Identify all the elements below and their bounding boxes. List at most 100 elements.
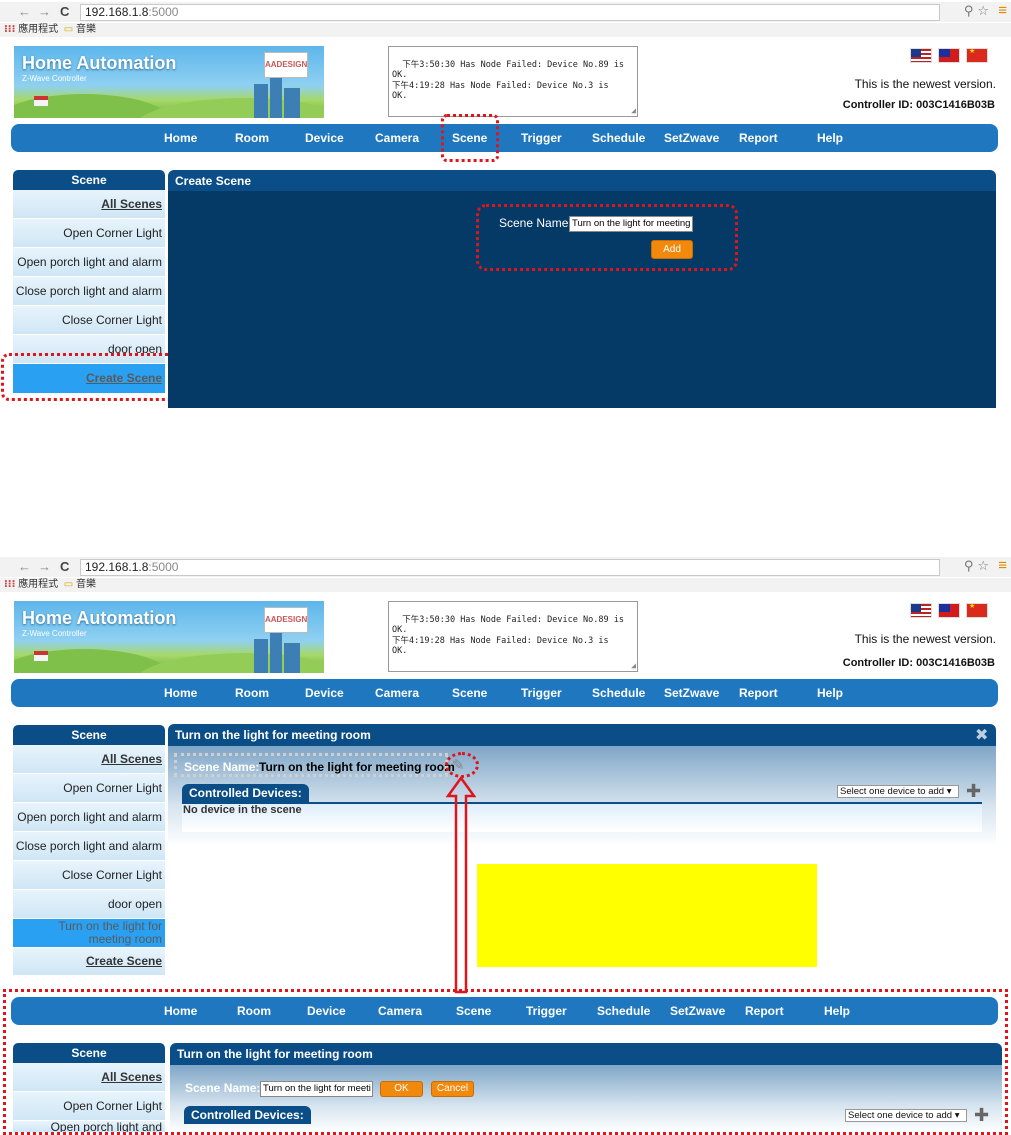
nav-camera[interactable]: Camera xyxy=(375,686,419,700)
menu-icon[interactable]: ≡ xyxy=(998,557,1007,574)
forward-icon[interactable]: → xyxy=(38,559,51,575)
menu-icon[interactable]: ≡ xyxy=(998,2,1007,19)
browser-toolbar-top: ← → C 192.168.1.8:5000 ⚲☆ ≡ xyxy=(0,2,1011,22)
sidebar-item-scene[interactable]: Close Corner Light xyxy=(13,306,165,335)
app-subtitle: Z-Wave Controller xyxy=(22,74,87,83)
forward-icon[interactable]: → xyxy=(38,4,51,20)
highlight-scene-tab xyxy=(441,114,499,162)
sidebar-item-create-scene[interactable]: Create Scene xyxy=(13,948,165,976)
sidebar-item-selected-scene[interactable]: Turn on the light for meeting room xyxy=(13,919,165,948)
star-icon[interactable]: ⚲☆ xyxy=(964,558,993,574)
apps-icon[interactable]: ⁝⁝⁝ xyxy=(4,24,15,35)
china-flag-icon[interactable] xyxy=(966,48,988,63)
house-icon xyxy=(34,651,48,661)
star-icon[interactable]: ⚲☆ xyxy=(964,3,993,19)
folder-icon: ▭ xyxy=(63,24,74,35)
highlight-edit-mode xyxy=(3,989,1008,1135)
version-status: This is the newest version. xyxy=(854,632,996,646)
app-title: Home Automation xyxy=(22,608,177,628)
bookmark-apps[interactable]: 應用程式 xyxy=(18,24,58,35)
nav-home[interactable]: Home xyxy=(164,686,197,700)
event-log[interactable]: 下午3:50:30 Has Node Failed: Device No.89 … xyxy=(388,601,638,672)
nav-device[interactable]: Device xyxy=(305,131,344,145)
highlight-box xyxy=(477,864,817,967)
building-shape xyxy=(254,639,268,673)
add-device-icon[interactable]: ✚ xyxy=(966,782,981,800)
us-flag-icon[interactable] xyxy=(910,603,932,618)
highlight-create-scene xyxy=(1,353,176,401)
sidebar-item-all-scenes[interactable]: All Scenes xyxy=(13,190,165,219)
back-icon[interactable]: ← xyxy=(18,4,31,20)
nav-report[interactable]: Report xyxy=(739,686,778,700)
brand-logo: AADESIGN xyxy=(264,607,308,633)
url-host: 192.168.1.8 xyxy=(85,560,149,574)
app-subtitle: Z-Wave Controller xyxy=(22,629,87,638)
url-host: 192.168.1.8 xyxy=(85,5,149,19)
nav-schedule[interactable]: Schedule xyxy=(592,131,645,145)
sidebar-item-scene[interactable]: Open Corner Light xyxy=(13,774,165,803)
nav-device[interactable]: Device xyxy=(305,686,344,700)
app-title: Home Automation xyxy=(22,53,177,73)
sidebar-item-scene[interactable]: Close porch light and alarm xyxy=(13,832,165,861)
resize-grip-icon[interactable]: ◢ xyxy=(631,106,636,117)
nav-setzwave[interactable]: SetZwave xyxy=(664,686,719,700)
bookmarks-bar-top: ⁝⁝⁝ 應用程式 ▭ 音樂 xyxy=(0,23,1011,37)
controlled-devices-bar xyxy=(182,802,982,832)
header-banner: Home Automation Z-Wave Controller AADESI… xyxy=(14,46,324,118)
apps-icon[interactable]: ⁝⁝⁝ xyxy=(4,579,15,590)
event-log[interactable]: 下午3:50:30 Has Node Failed: Device No.89 … xyxy=(388,46,638,117)
sidebar-item-scene[interactable]: Close Corner Light xyxy=(13,861,165,890)
reload-icon[interactable]: C xyxy=(60,4,69,20)
house-icon xyxy=(34,96,48,106)
nav-room[interactable]: Room xyxy=(235,686,269,700)
highlight-scene-name xyxy=(174,753,448,777)
address-bar[interactable]: 192.168.1.8:5000 xyxy=(80,4,940,21)
close-icon[interactable]: ✖ xyxy=(975,725,988,745)
taiwan-flag-icon[interactable] xyxy=(938,603,960,618)
china-flag-icon[interactable] xyxy=(966,603,988,618)
controller-id: Controller ID: 003C1416B03B xyxy=(842,99,995,111)
bookmark-apps[interactable]: 應用程式 xyxy=(18,579,58,590)
nav-room[interactable]: Room xyxy=(235,131,269,145)
nav-setzwave[interactable]: SetZwave xyxy=(664,131,719,145)
nav-scene[interactable]: Scene xyxy=(452,686,487,700)
resize-grip-icon[interactable]: ◢ xyxy=(631,661,636,672)
building-shape xyxy=(270,631,282,673)
building-shape xyxy=(284,88,300,118)
sidebar-item-scene[interactable]: Open porch light and alarm xyxy=(13,248,165,277)
event-log-text: 下午3:50:30 Has Node Failed: Device No.89 … xyxy=(392,59,624,102)
bookmarks-bar-mid: ⁝⁝⁝ 應用程式 ▭ 音樂 xyxy=(0,578,1011,592)
folder-icon: ▭ xyxy=(63,579,74,590)
sidebar-item-scene[interactable]: Close porch light and alarm xyxy=(13,277,165,306)
bookmark-music[interactable]: 音樂 xyxy=(76,579,96,590)
nav-help[interactable]: Help xyxy=(817,131,843,145)
nav-trigger[interactable]: Trigger xyxy=(521,686,562,700)
controlled-devices-tab: Controlled Devices: xyxy=(182,784,309,802)
sidebar-heading: Scene xyxy=(13,725,165,745)
building-shape xyxy=(254,84,268,118)
device-select[interactable]: Select one device to add ▾ xyxy=(837,785,959,798)
sidebar-item-scene[interactable]: Open Corner Light xyxy=(13,219,165,248)
bookmark-music[interactable]: 音樂 xyxy=(76,24,96,35)
url-port: :5000 xyxy=(148,560,179,574)
back-icon[interactable]: ← xyxy=(18,559,31,575)
url-port: :5000 xyxy=(148,5,179,19)
main-nav: Home Room Device Camera Scene Trigger Sc… xyxy=(11,679,998,707)
nav-trigger[interactable]: Trigger xyxy=(521,131,562,145)
nav-home[interactable]: Home xyxy=(164,131,197,145)
panel-title: Create Scene xyxy=(168,170,996,192)
nav-camera[interactable]: Camera xyxy=(375,131,419,145)
highlight-edit-icon xyxy=(445,752,479,778)
address-bar[interactable]: 192.168.1.8:5000 xyxy=(80,559,940,576)
us-flag-icon[interactable] xyxy=(910,48,932,63)
sidebar-item-scene[interactable]: door open xyxy=(13,890,165,919)
nav-help[interactable]: Help xyxy=(817,686,843,700)
nav-report[interactable]: Report xyxy=(739,131,778,145)
nav-schedule[interactable]: Schedule xyxy=(592,686,645,700)
sidebar-item-scene[interactable]: Open porch light and alarm xyxy=(13,803,165,832)
sidebar-item-all-scenes[interactable]: All Scenes xyxy=(13,745,165,774)
building-shape xyxy=(284,643,300,673)
taiwan-flag-icon[interactable] xyxy=(938,48,960,63)
reload-icon[interactable]: C xyxy=(60,559,69,575)
building-shape xyxy=(270,76,282,118)
